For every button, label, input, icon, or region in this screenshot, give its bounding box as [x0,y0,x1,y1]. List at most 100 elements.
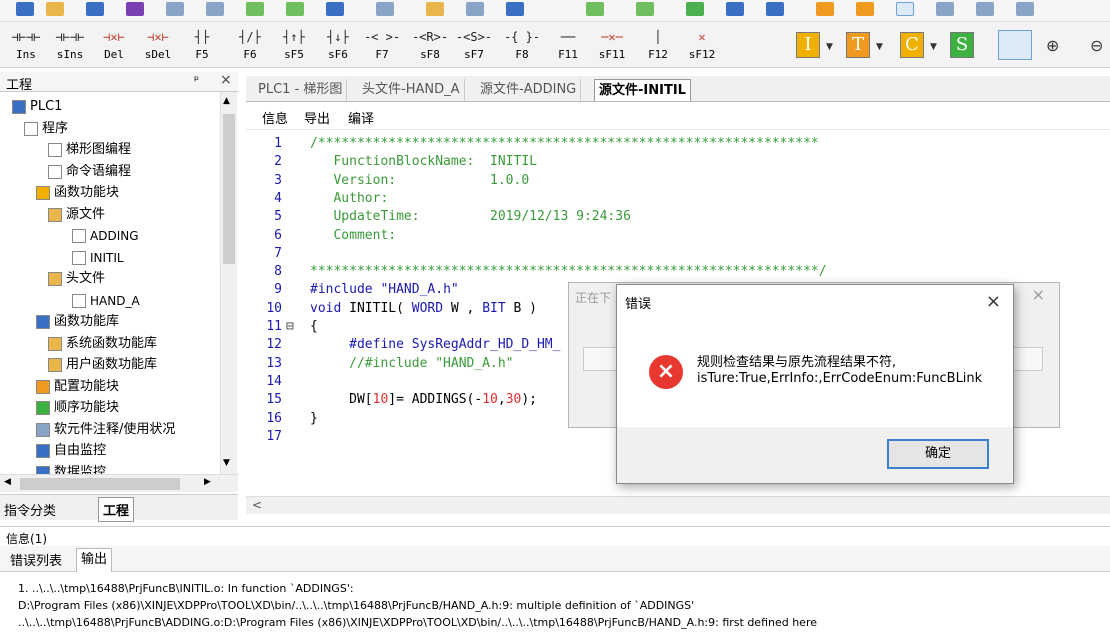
tree-vertical-scrollbar[interactable]: ▲ ▼ [220,92,237,474]
scroll-thumb[interactable] [223,114,235,264]
instr-button-s[interactable]: S [950,32,974,58]
folder-icon[interactable] [426,2,444,16]
ladder-button-sf5[interactable]: ┤↑├ sF5 [272,26,316,66]
plc-icon[interactable] [816,2,834,16]
close-icon[interactable]: × [986,291,1001,312]
ladder-button-sf6[interactable]: ┤↓├ sF6 [316,26,360,66]
tree-item[interactable]: 用户函数功能库 [48,354,157,376]
ladder-button-f8[interactable]: -{ }- F8 [500,26,544,66]
window-icon[interactable] [466,2,484,16]
ladder-button-ins[interactable]: ⊣⊢⊣⊢ Ins [4,26,48,66]
tree-horizontal-scrollbar[interactable]: ◀ ▶ [0,474,238,492]
ladder-button-f6[interactable]: ┤/├ F6 [228,26,272,66]
instr-button-i[interactable]: I [796,32,820,58]
tree-item[interactable]: 源文件 [48,204,105,226]
scroll-left-icon[interactable]: < [252,498,262,512]
dropdown-arrow-icon[interactable]: ▼ [876,42,883,52]
close-icon[interactable]: × [220,72,232,88]
code-line[interactable]: DW[10]= ADDINGS(-10,30); [310,392,537,407]
save-icon[interactable] [86,2,104,16]
tree-item[interactable]: 配置功能块 [36,376,119,398]
ladder-button-f12[interactable]: │ F12 [636,26,680,66]
tab-output[interactable]: 输出 [76,548,113,572]
tree-item[interactable]: 命令语编程 [48,161,131,183]
monitor-icon[interactable] [936,2,954,16]
pin-icon[interactable]: ᵖ [194,73,199,87]
redo-icon[interactable] [286,2,304,16]
instr-button-c[interactable]: C [900,32,924,58]
tree-item[interactable]: 函数功能块 [36,182,119,204]
tree-item[interactable]: 函数功能库 [36,311,119,333]
run-icon[interactable] [686,2,704,16]
open-folder-icon[interactable] [46,2,64,16]
code-line[interactable]: FunctionBlockName: INITIL [310,154,537,169]
menu-info[interactable]: 信息 [262,108,288,127]
tree-item[interactable]: INITIL [72,247,124,269]
code-line[interactable]: #define SysRegAddr_HD_D_HM_ [310,337,560,352]
dropdown-arrow-icon[interactable]: ▼ [930,42,937,52]
code-line[interactable]: //#include "HAND_A.h" [310,356,513,371]
fold-toggle-icon[interactable]: ⊟ [286,319,294,334]
ladder-button-f11[interactable]: ── F11 [546,26,590,66]
menu-compile[interactable]: 编译 [348,108,374,127]
undo-icon[interactable] [246,2,264,16]
upload-icon[interactable] [766,2,784,16]
code-line[interactable]: Comment: [310,228,396,243]
new-file-icon[interactable] [16,2,34,16]
tree-item[interactable]: 梯形图编程 [48,139,131,161]
ladder-button-sf12[interactable]: ✕ sF12 [680,26,724,66]
tab-header-hand-a[interactable]: 头文件-HAND_A [358,79,465,101]
copy-icon[interactable] [166,2,184,16]
download-icon[interactable] [726,2,744,16]
instr-button-t[interactable]: T [846,32,870,58]
close-icon[interactable]: × [1032,285,1045,304]
paste-icon[interactable] [206,2,224,16]
tab-source-adding[interactable]: 源文件-ADDING [476,79,582,101]
zoom-out-icon[interactable]: ⊖ [1090,36,1103,55]
code-line[interactable]: ****************************************… [310,264,827,279]
tab-project[interactable]: 工程 [98,497,135,522]
tab-ladder[interactable]: PLC1 - 梯形图 [254,79,348,101]
tree-item[interactable]: 软元件注释/使用状况 [36,419,175,441]
write-icon[interactable] [1016,2,1034,16]
code-line[interactable]: UpdateTime: 2019/12/13 9:24:36 [310,209,630,224]
tree-item[interactable]: 自由监控 [36,440,106,462]
ok-button[interactable]: 确定 [887,439,989,469]
tree-item[interactable]: ADDING [72,225,139,247]
tree-item[interactable]: 系统函数功能库 [48,333,157,355]
fit-width-icon[interactable] [998,30,1032,60]
tab-instruction-category[interactable]: 指令分类 [4,500,56,519]
ladder-button-f5[interactable]: ┤├ F5 [180,26,224,66]
scroll-left-icon[interactable]: ◀ [4,477,11,487]
check-icon-2[interactable] [636,2,654,16]
code-line[interactable]: #include "HAND_A.h" [310,282,459,297]
menu-export[interactable]: 导出 [304,108,330,127]
scroll-up-icon[interactable]: ▲ [223,96,230,106]
scroll-right-icon[interactable]: ▶ [204,477,211,487]
code-line[interactable]: Version: 1.0.0 [310,173,529,188]
code-line[interactable]: Author: [310,191,388,206]
ladder-button-sins[interactable]: ⊣⊢⊣⊢ sIns [48,26,92,66]
tree-item[interactable]: HAND_A [72,290,140,312]
grid-icon[interactable] [326,2,344,16]
edit-icon[interactable] [976,2,994,16]
dropdown-arrow-icon[interactable]: ▼ [826,42,833,52]
plc-icon-2[interactable] [856,2,874,16]
code-line[interactable]: /***************************************… [310,136,819,151]
ladder-button-sdel[interactable]: ⊣✕⊢ sDel [136,26,180,66]
tree-item[interactable]: 头文件 [48,268,105,290]
tab-source-initil[interactable]: 源文件-INITIL [594,79,691,101]
tree-item[interactable]: PLC1 [12,96,62,118]
check-icon[interactable] [586,2,604,16]
print-icon[interactable] [376,2,394,16]
tab-error-list[interactable]: 错误列表 [6,550,66,569]
code-line[interactable]: void INITIL( WORD W , BIT B ) [310,301,537,316]
ladder-button-sf11[interactable]: ─✕─ sF11 [590,26,634,66]
ladder-button-sf8[interactable]: -<R>- sF8 [408,26,452,66]
find-icon[interactable] [506,2,524,16]
ladder-button-f7[interactable]: -< >- F7 [360,26,404,66]
tree-item[interactable]: 数据监控 [36,462,106,474]
scroll-down-icon[interactable]: ▼ [223,458,230,468]
code-line[interactable]: } [310,411,318,426]
scroll-thumb[interactable] [20,478,180,490]
